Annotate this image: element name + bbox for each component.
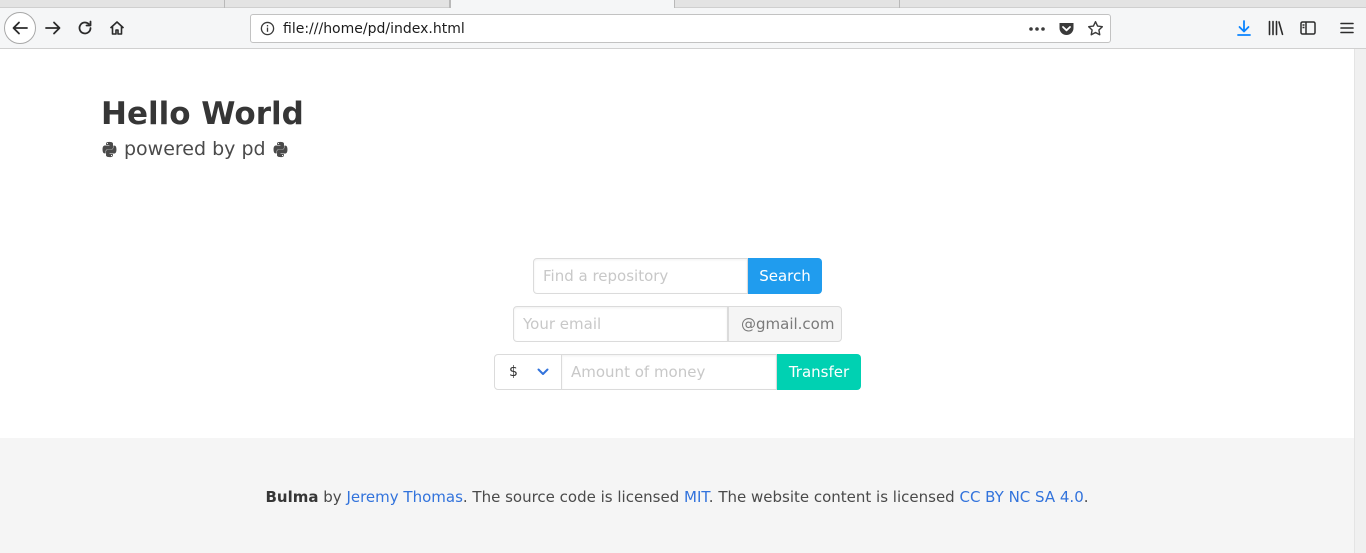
page-title: Hello World — [101, 96, 304, 132]
tab[interactable] — [225, 0, 450, 8]
hamburger-menu-icon — [1340, 22, 1354, 34]
downloads-button[interactable] — [1233, 17, 1255, 39]
footer-brand: Bulma — [265, 488, 319, 506]
currency-selected: $ — [509, 364, 518, 380]
page-viewport: Hello World powered by pd Search @gmail.… — [0, 49, 1354, 553]
transfer-field: $ Transfer — [494, 354, 861, 390]
info-icon[interactable] — [251, 21, 283, 36]
url-actions — [1028, 20, 1110, 37]
search-input[interactable] — [533, 258, 748, 294]
home-icon — [109, 21, 125, 35]
download-arrow-icon — [1237, 20, 1251, 36]
library-button[interactable] — [1265, 17, 1287, 39]
footer-text-1: . The source code is licensed — [462, 488, 685, 506]
tab[interactable] — [0, 0, 225, 8]
library-icon — [1268, 20, 1284, 36]
reload-button[interactable] — [69, 12, 101, 44]
email-input[interactable] — [513, 306, 728, 342]
pocket-icon[interactable] — [1058, 21, 1075, 37]
home-button[interactable] — [101, 12, 133, 44]
back-button[interactable] — [4, 12, 36, 44]
subtitle-text: powered by pd — [124, 138, 266, 160]
amount-input[interactable] — [562, 354, 777, 390]
python-icon — [273, 141, 288, 157]
author-link[interactable]: Jeremy Thomas — [346, 488, 462, 506]
cc-license-link[interactable]: CC BY NC SA 4.0 — [959, 488, 1083, 506]
tab[interactable] — [675, 0, 900, 8]
search-field: Search — [533, 258, 822, 294]
sidebar-button[interactable] — [1297, 17, 1319, 39]
reload-icon — [78, 20, 92, 35]
python-icon — [102, 141, 117, 157]
footer-by: by — [318, 488, 347, 506]
footer-text-3: . — [1083, 488, 1089, 506]
sidebar-icon — [1300, 21, 1316, 35]
email-field: @gmail.com — [513, 306, 842, 342]
menu-button[interactable] — [1336, 17, 1358, 39]
footer-text: Bulma by Jeremy Thomas. The source code … — [0, 488, 1354, 506]
bookmark-star-icon[interactable] — [1087, 20, 1104, 37]
footer-text-2: . The website content is licensed — [708, 488, 960, 506]
mit-license-link[interactable]: MIT — [684, 488, 709, 506]
vertical-scrollbar[interactable] — [1354, 49, 1366, 553]
page-subtitle: powered by pd — [101, 138, 289, 160]
tab-strip — [0, 0, 1366, 9]
search-button[interactable]: Search — [748, 258, 822, 294]
transfer-button[interactable]: Transfer — [777, 354, 861, 390]
chevron-down-icon — [537, 368, 549, 376]
browser-toolbar: file:///home/pd/index.html — [0, 8, 1366, 49]
footer: Bulma by Jeremy Thomas. The source code … — [0, 438, 1354, 553]
more-actions-icon[interactable] — [1028, 26, 1046, 32]
email-domain-addon: @gmail.com — [728, 306, 842, 342]
currency-select[interactable]: $ — [494, 354, 562, 390]
arrow-right-icon — [45, 21, 61, 35]
url-bar[interactable]: file:///home/pd/index.html — [250, 14, 1111, 43]
url-text[interactable]: file:///home/pd/index.html — [283, 21, 1028, 37]
forward-button[interactable] — [37, 12, 69, 44]
arrow-left-icon — [12, 21, 28, 35]
